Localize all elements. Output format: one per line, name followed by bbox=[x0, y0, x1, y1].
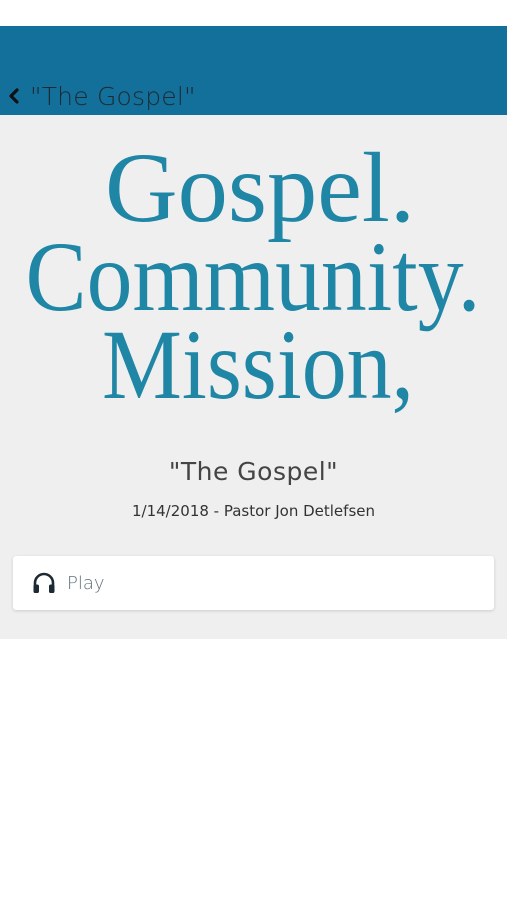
status-bar bbox=[0, 0, 507, 26]
back-button[interactable]: "The Gospel" bbox=[0, 76, 196, 116]
series-artwork: Gospel. Community. Mission, bbox=[26, 132, 481, 420]
artwork-line-mission: Mission, bbox=[102, 309, 414, 420]
sermon-detail: Gospel. Community. Mission, "The Gospel"… bbox=[0, 115, 507, 639]
play-button[interactable]: Play bbox=[13, 556, 494, 610]
sermon-title: "The Gospel" bbox=[168, 457, 339, 486]
chevron-left-icon bbox=[9, 88, 19, 104]
nav-bar: "The Gospel" bbox=[0, 26, 507, 115]
headphones-icon bbox=[33, 572, 55, 593]
sermon-date-speaker: 1/14/2018 - Pastor Jon Detlefsen bbox=[132, 502, 375, 520]
nav-title: "The Gospel" bbox=[30, 81, 196, 111]
play-label: Play bbox=[67, 572, 105, 594]
